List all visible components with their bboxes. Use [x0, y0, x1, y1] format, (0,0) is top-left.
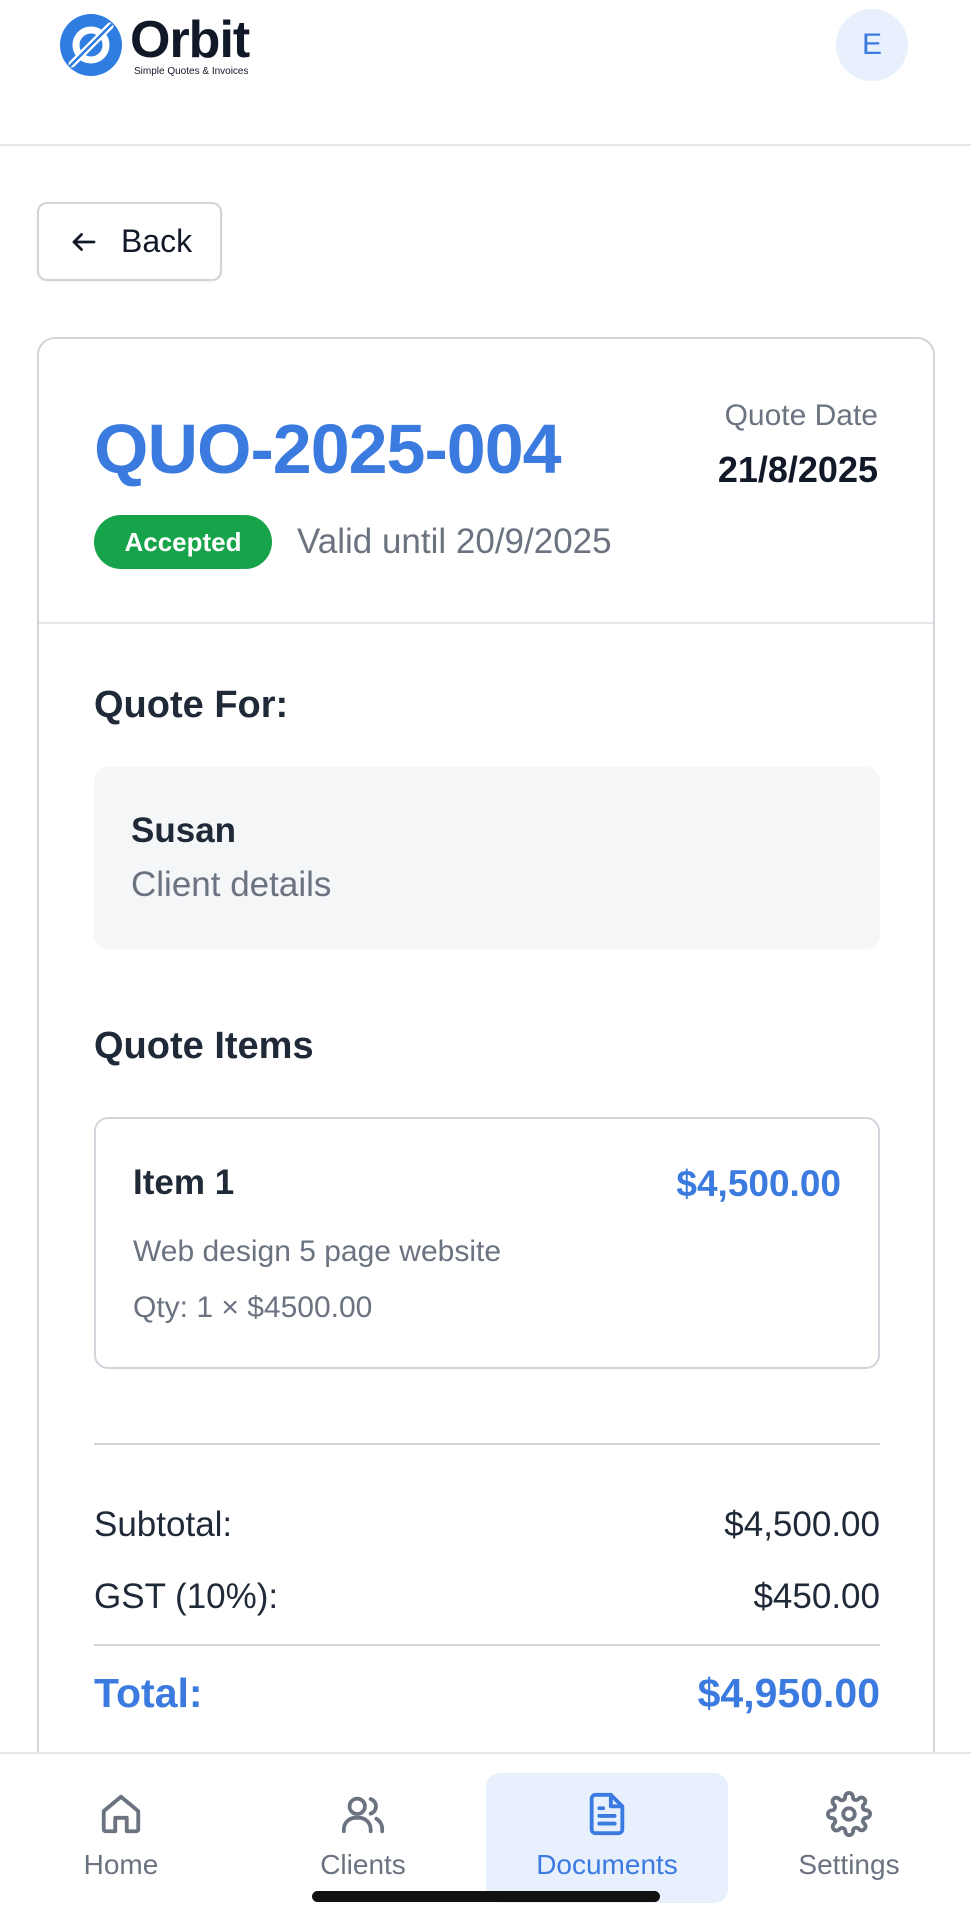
- subtotal-label: Subtotal:: [94, 1505, 233, 1544]
- quote-date-value: 21/8/2025: [717, 449, 878, 490]
- gst-value: $450.00: [753, 1577, 880, 1616]
- nav-clients[interactable]: Clients: [242, 1773, 484, 1903]
- avatar-initial: E: [861, 28, 882, 61]
- arrow-left-icon: [72, 232, 96, 251]
- nav-clients-label: Clients: [320, 1849, 406, 1880]
- total-label: Total:: [94, 1670, 203, 1716]
- item-title: Item 1: [133, 1163, 235, 1202]
- grand-total-divider: [94, 1644, 880, 1646]
- status-badge: Accepted: [94, 515, 272, 569]
- client-details-label: Client details: [131, 865, 332, 904]
- home-indicator[interactable]: [312, 1891, 660, 1902]
- subtotal-value: $4,500.00: [724, 1505, 880, 1544]
- logo-wordmark: Orbit: [130, 11, 250, 69]
- item-amount: $4,500.00: [676, 1163, 841, 1204]
- subtotal-row: Subtotal: $4,500.00: [94, 1505, 880, 1545]
- orbit-logo-icon: [60, 14, 122, 76]
- nav-home-label: Home: [83, 1849, 159, 1880]
- logo-tagline: Simple Quotes & Invoices: [134, 66, 249, 77]
- quote-card: QUO-2025-004 Quote Date 21/8/2025 Accept…: [37, 337, 935, 1920]
- back-button-label: Back: [121, 223, 193, 259]
- total-row: Total: $4,950.00: [94, 1670, 880, 1717]
- user-avatar[interactable]: E: [836, 9, 908, 81]
- back-button[interactable]: Back: [37, 202, 222, 281]
- client-box[interactable]: Susan Client details: [94, 767, 880, 949]
- totals-divider: [94, 1443, 880, 1445]
- item-description: Web design 5 page website: [133, 1235, 502, 1268]
- gear-icon: [826, 1791, 872, 1837]
- nav-settings-label: Settings: [798, 1849, 900, 1880]
- nav-settings[interactable]: Settings: [728, 1773, 970, 1903]
- document-icon: [589, 1792, 625, 1836]
- client-name: Susan: [131, 811, 237, 850]
- gst-label: GST (10%):: [94, 1577, 279, 1616]
- nav-documents[interactable]: Documents: [486, 1773, 728, 1903]
- card-divider: [39, 622, 933, 624]
- gst-row: GST (10%): $450.00: [94, 1577, 880, 1617]
- quote-items-heading: Quote Items: [94, 1025, 314, 1067]
- quote-item[interactable]: Item 1 $4,500.00 Web design 5 page websi…: [94, 1117, 880, 1369]
- nav-documents-label: Documents: [536, 1849, 678, 1880]
- users-icon: [341, 1796, 385, 1834]
- total-value: $4,950.00: [697, 1670, 880, 1716]
- home-icon: [101, 1794, 141, 1834]
- nav-home[interactable]: Home: [0, 1773, 242, 1903]
- valid-until-text: Valid until 20/9/2025: [297, 522, 612, 561]
- quote-date-label: Quote Date: [724, 399, 878, 432]
- app-header: Orbit Simple Quotes & Invoices E: [0, 0, 971, 146]
- quote-for-heading: Quote For:: [94, 684, 289, 726]
- app-logo[interactable]: Orbit Simple Quotes & Invoices: [58, 11, 250, 78]
- quote-number: QUO-2025-004: [94, 410, 562, 488]
- item-quantity: Qty: 1 × $4500.00: [133, 1291, 373, 1324]
